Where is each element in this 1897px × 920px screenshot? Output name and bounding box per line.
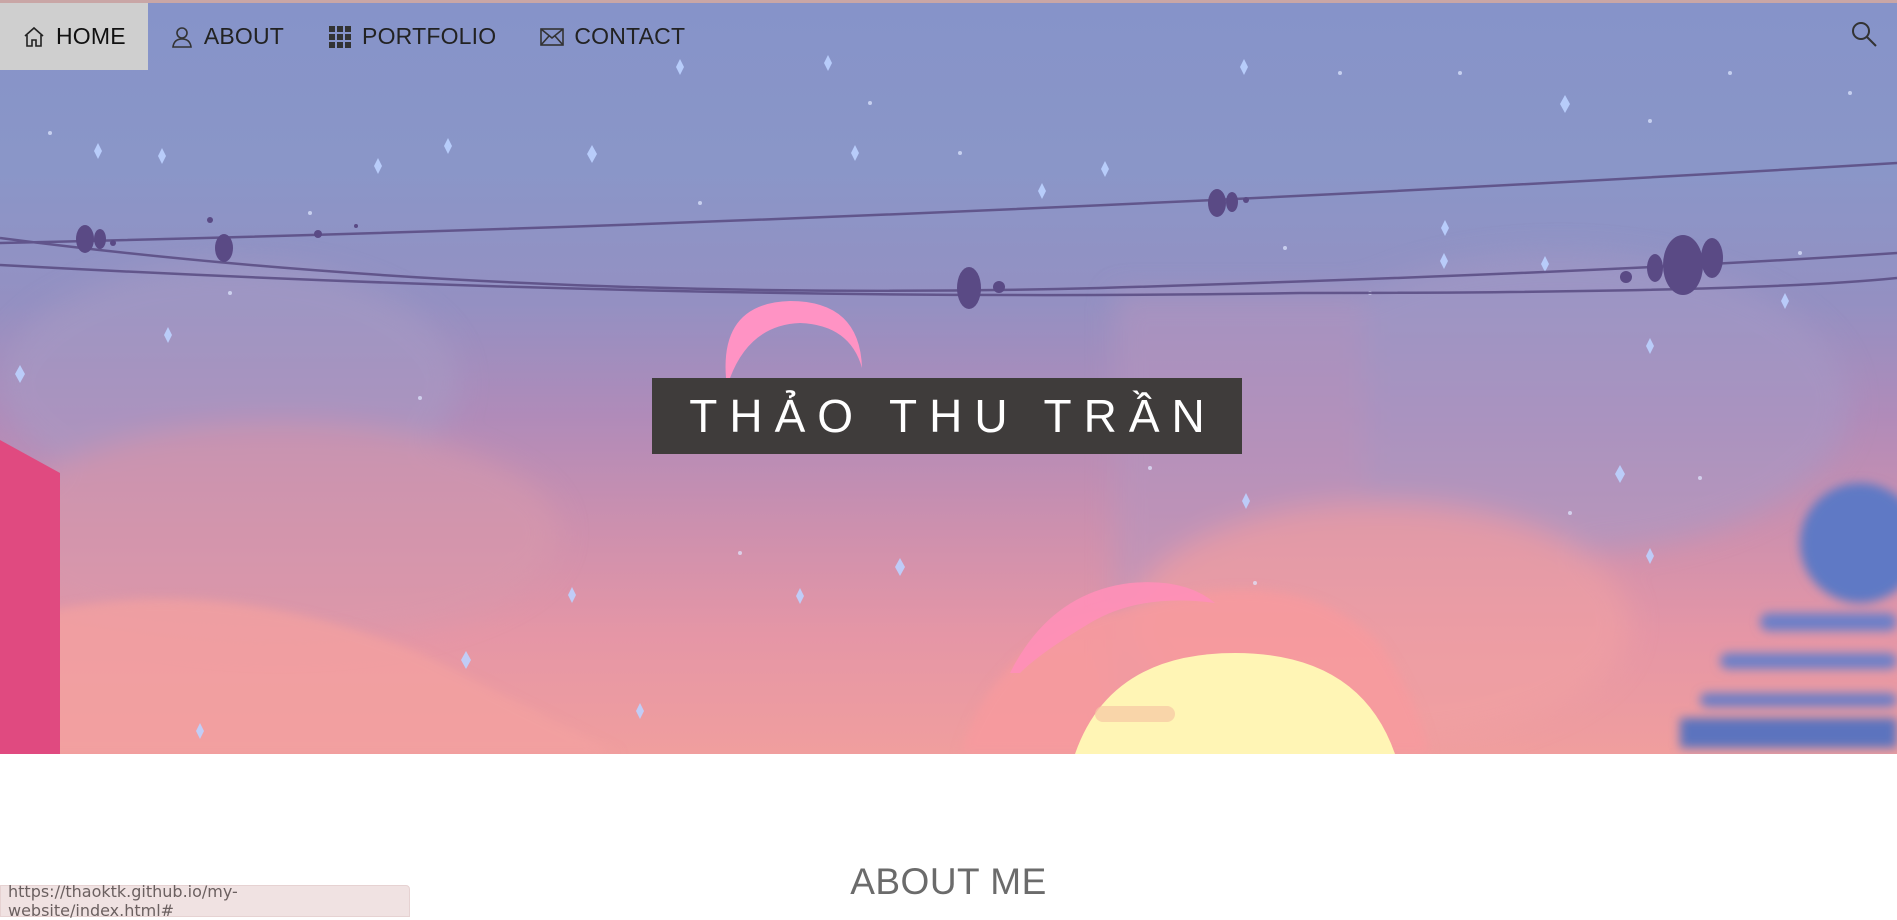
nav-item-label: CONTACT [574,23,686,49]
search-button[interactable] [1849,19,1879,49]
main-navbar: HOME ABOUT PORTFOLIO CONTACT [0,3,1897,70]
home-icon [22,25,46,49]
nav-item-label: HOME [56,23,126,49]
nav-item-label: ABOUT [203,23,285,49]
nav-item-about[interactable]: ABOUT [148,3,306,70]
site-title: THẢO THU TRẦN [652,378,1242,454]
status-url: https://thaoktk.github.io/my-website/ind… [8,882,238,920]
nav-item-portfolio[interactable]: PORTFOLIO [306,3,518,70]
browser-status-bar: https://thaoktk.github.io/my-website/ind… [0,882,410,920]
search-icon [1849,22,1879,53]
envelope-icon [540,25,565,49]
nav-item-label: PORTFOLIO [362,23,497,49]
browser-top-line [0,0,1897,3]
nav-item-contact[interactable]: CONTACT [518,3,707,70]
nav-item-home[interactable]: HOME [0,3,148,70]
grid-icon [328,25,352,49]
user-icon [170,25,194,49]
